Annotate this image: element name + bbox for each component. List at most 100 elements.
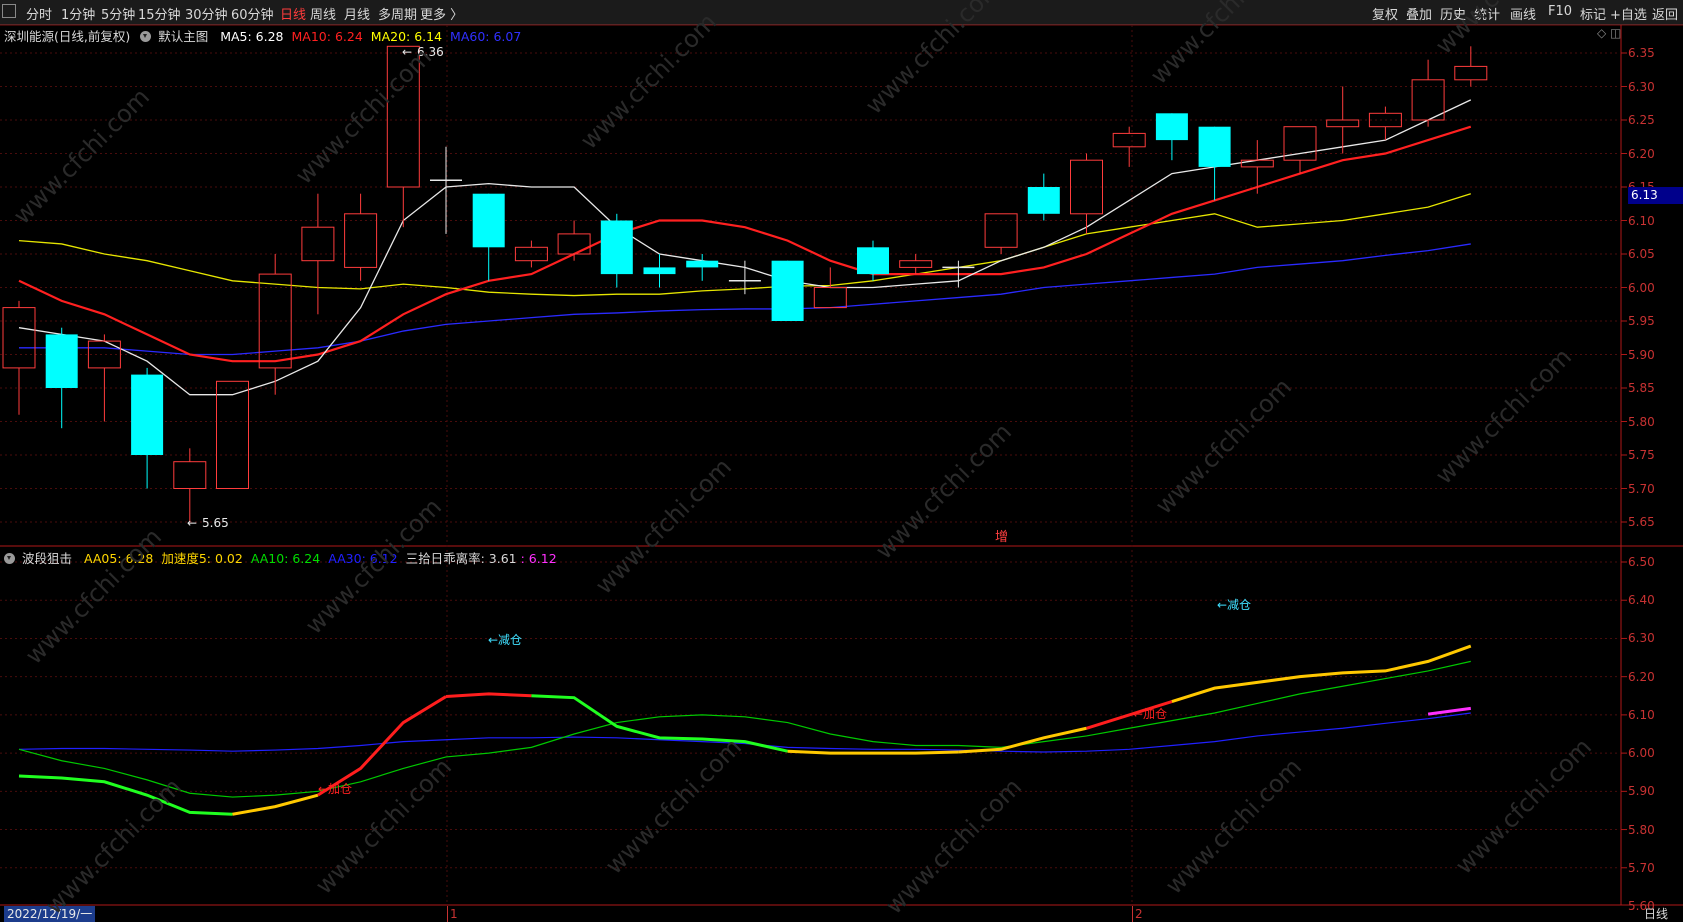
indicator-tick: 6.50	[1628, 555, 1655, 569]
candle-up	[1283, 126, 1317, 161]
watermark-text: www.cfchi.com	[870, 417, 1018, 565]
period-tab[interactable]: 周线	[310, 4, 336, 23]
app-logo-icon[interactable]	[2, 4, 16, 18]
indicator-tick: 6.10	[1628, 707, 1655, 722]
candle-up	[301, 226, 335, 262]
indicator-tick: 6.40	[1628, 593, 1655, 608]
ma-value: MA10: 6.24	[291, 29, 363, 44]
aa05-segment	[531, 694, 788, 753]
ma60-line	[19, 243, 1471, 356]
candle-up	[557, 233, 591, 255]
ma-value: MA5: 6.28	[220, 29, 284, 44]
signal-annotation: ←减仓	[1217, 598, 1251, 612]
ma-value: MA60: 6.07	[450, 29, 522, 44]
period-tab[interactable]: 30分钟	[185, 4, 228, 23]
chart-settings-icons[interactable]: ◇ ◫	[1597, 26, 1621, 40]
candle-up	[1368, 112, 1402, 128]
candle-up	[173, 461, 207, 490]
signal-annotation: ←减仓	[488, 633, 522, 647]
candle-up	[813, 287, 847, 309]
dropdown-circle-icon[interactable]	[140, 31, 152, 42]
candle-up	[1411, 79, 1445, 121]
aa05-segment	[445, 692, 532, 699]
indicator-tick: 6.30	[1628, 631, 1655, 646]
date-bar: 2022/12/19/一 1 2 日线	[0, 906, 1683, 922]
watermark-text: www.cfchi.com	[1430, 342, 1578, 490]
period-tab[interactable]: 60分钟	[231, 4, 274, 23]
aa30-line	[18, 712, 1471, 753]
main-chart-name[interactable]: 默认主图	[158, 29, 208, 44]
candle-up	[1070, 159, 1103, 215]
period-tab[interactable]: 月线	[344, 4, 370, 23]
aa05-segment	[1086, 700, 1173, 730]
aa05-segment	[232, 793, 319, 816]
aa05-segment	[958, 726, 1087, 754]
candle-up	[514, 246, 548, 262]
indicator-tick: 6.00	[1628, 746, 1655, 761]
candle-down	[1155, 113, 1188, 141]
indicator-tick: 6.20	[1628, 669, 1655, 684]
month-marker-2: 2	[1132, 906, 1143, 922]
candle-up	[344, 213, 378, 268]
low-label: 5.65	[202, 516, 229, 530]
indicator-header: 波段狙击 AA05: 6.28 加速度5: 0.02 AA10: 6.24 AA30:…	[4, 548, 557, 567]
watermark-text: www.cfchi.com	[600, 732, 748, 880]
period-tab[interactable]: 日线	[280, 4, 306, 23]
toolbar-button[interactable]: 画线	[1510, 4, 1536, 23]
candle-down	[1027, 187, 1060, 214]
candle-down	[45, 334, 78, 388]
aa10-line	[18, 660, 1471, 798]
watermark-text: www.cfchi.com	[310, 752, 458, 900]
high-label: 6.36	[417, 45, 444, 59]
candle-up	[1240, 159, 1274, 168]
watermark-text: www.cfchi.com	[290, 42, 438, 190]
candle-up	[87, 340, 121, 369]
candle-down	[1198, 126, 1231, 167]
high-arrow: ←	[402, 45, 412, 59]
toolbar-button[interactable]: 标记	[1580, 4, 1606, 23]
stock-title: 深圳能源(日线,前复权)	[4, 29, 131, 44]
candle-down	[472, 193, 505, 248]
candle-up	[258, 273, 292, 369]
indicator-name[interactable]: 波段狙击	[22, 551, 72, 566]
indicator-tick: 5.80	[1628, 822, 1655, 837]
candle-up	[1326, 119, 1360, 128]
period-tab[interactable]: 更多 〉	[420, 4, 463, 23]
signal-mark: 增	[995, 530, 1008, 545]
candle-up	[216, 380, 249, 489]
toolbar-button[interactable]: 叠加	[1406, 4, 1432, 23]
watermark-text: www.cfchi.com	[1160, 752, 1308, 900]
period-label[interactable]: 日线	[1644, 906, 1668, 922]
toolbar-button[interactable]: 统计	[1474, 4, 1500, 23]
candle-down	[131, 374, 164, 455]
aa05-segment	[317, 695, 447, 797]
candle-down	[643, 267, 676, 275]
period-tab[interactable]: 分时	[26, 4, 52, 23]
bias-segment	[1427, 706, 1471, 716]
candle-down	[771, 260, 804, 321]
dropdown-circle-icon[interactable]	[4, 553, 15, 564]
signal-annotation: ←加仓	[318, 782, 352, 796]
candle-down	[600, 220, 633, 275]
candle-up	[899, 260, 933, 268]
ma10-line	[18, 125, 1472, 363]
indicator-tick: 5.70	[1628, 860, 1655, 875]
ma-value: MA20: 6.14	[370, 29, 443, 44]
candle-down	[686, 260, 719, 268]
watermark-text: www.cfchi.com	[590, 452, 738, 600]
period-tab[interactable]: 15分钟	[138, 4, 181, 23]
toolbar-button[interactable]: F10	[1548, 4, 1572, 19]
toolbar-button[interactable]: 历史	[1440, 4, 1466, 23]
indicator-value: 三拾日乖离率: 3.61	[405, 551, 517, 566]
toolbar-button[interactable]: 复权	[1372, 4, 1398, 23]
indicator-value: 加速度5: 0.02	[161, 551, 243, 566]
watermark-text: www.cfchi.com	[1450, 732, 1598, 880]
indicator-tick: 5.90	[1628, 784, 1655, 799]
period-tab[interactable]: 5分钟	[101, 4, 135, 23]
main-candle-chart[interactable]: ← 6.36 ← 5.65 增 ←减仓 ←减仓 ←加仓 ←加仓	[0, 0, 1683, 922]
period-toolbar: 分时 1分钟 5分钟 15分钟 30分钟 60分钟 日线 周线 月线 多周期 更多 〉 复权 叠加 历史…	[0, 0, 1683, 25]
period-tab[interactable]: 1分钟	[61, 4, 95, 23]
indicator-axis: 6.50 6.40 6.30 6.20 6.10 6.00 5.90 5.80 5.70 5.60	[1620, 0, 1683, 922]
period-tab[interactable]: 多周期	[378, 4, 417, 23]
candle-up	[1454, 65, 1488, 81]
